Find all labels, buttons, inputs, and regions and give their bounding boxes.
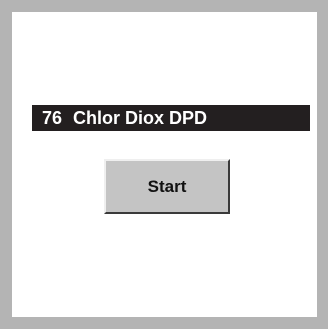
start-button[interactable]: Start bbox=[104, 159, 230, 214]
screen-area: 76 Chlor Diox DPD Start bbox=[12, 12, 317, 317]
method-title-bar: 76 Chlor Diox DPD bbox=[32, 105, 310, 131]
method-number: 76 bbox=[42, 107, 63, 128]
device-screen-frame: 76 Chlor Diox DPD Start bbox=[0, 0, 328, 329]
method-name: Chlor Diox DPD bbox=[73, 107, 208, 128]
